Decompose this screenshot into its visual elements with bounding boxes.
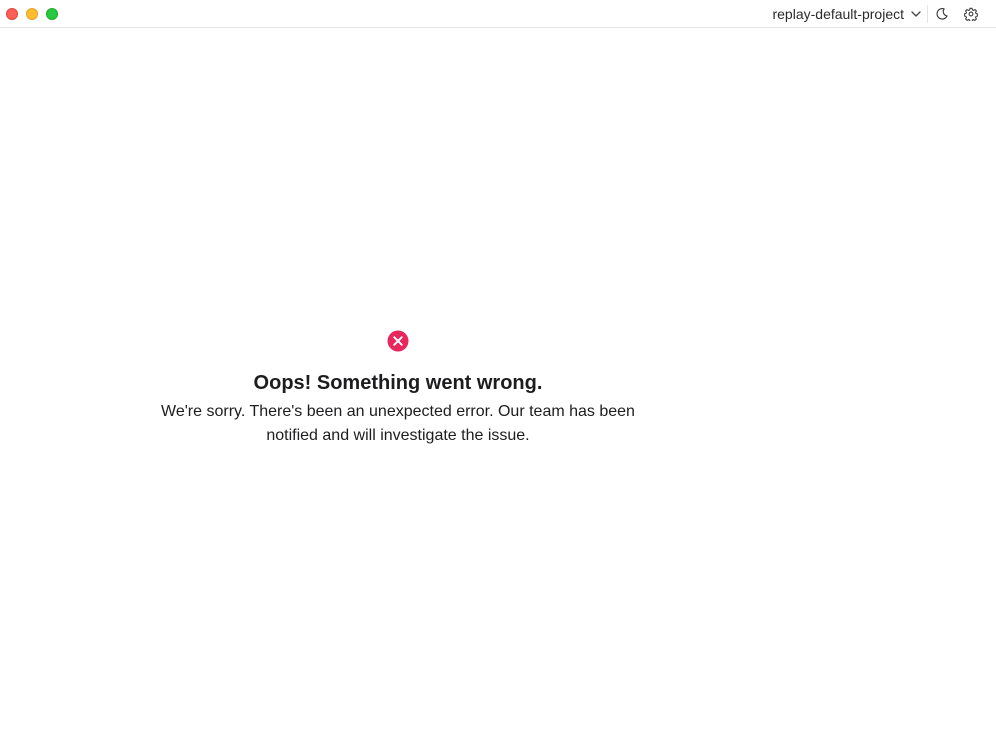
window-minimize-button[interactable]: [26, 8, 38, 20]
window-maximize-button[interactable]: [46, 8, 58, 20]
gear-icon: [964, 7, 978, 21]
moon-icon: [936, 8, 948, 20]
title-bar: replay-default-project: [0, 0, 996, 28]
error-circle-x-icon: [387, 330, 409, 352]
error-title: Oops! Something went wrong.: [253, 372, 543, 394]
project-name: replay-default-project: [772, 6, 904, 22]
toolbar-divider: [927, 5, 928, 23]
app-window: replay-default-project Oops! Something w…: [0, 0, 996, 749]
error-panel: Oops! Something went wrong. We're sorry.…: [148, 330, 648, 448]
project-selector[interactable]: replay-default-project: [772, 4, 922, 24]
window-close-button[interactable]: [6, 8, 18, 20]
settings-button[interactable]: [963, 6, 979, 22]
error-message: We're sorry. There's been an unexpected …: [161, 403, 635, 444]
theme-toggle-button[interactable]: [934, 6, 950, 22]
chevron-down-icon: [911, 11, 921, 17]
